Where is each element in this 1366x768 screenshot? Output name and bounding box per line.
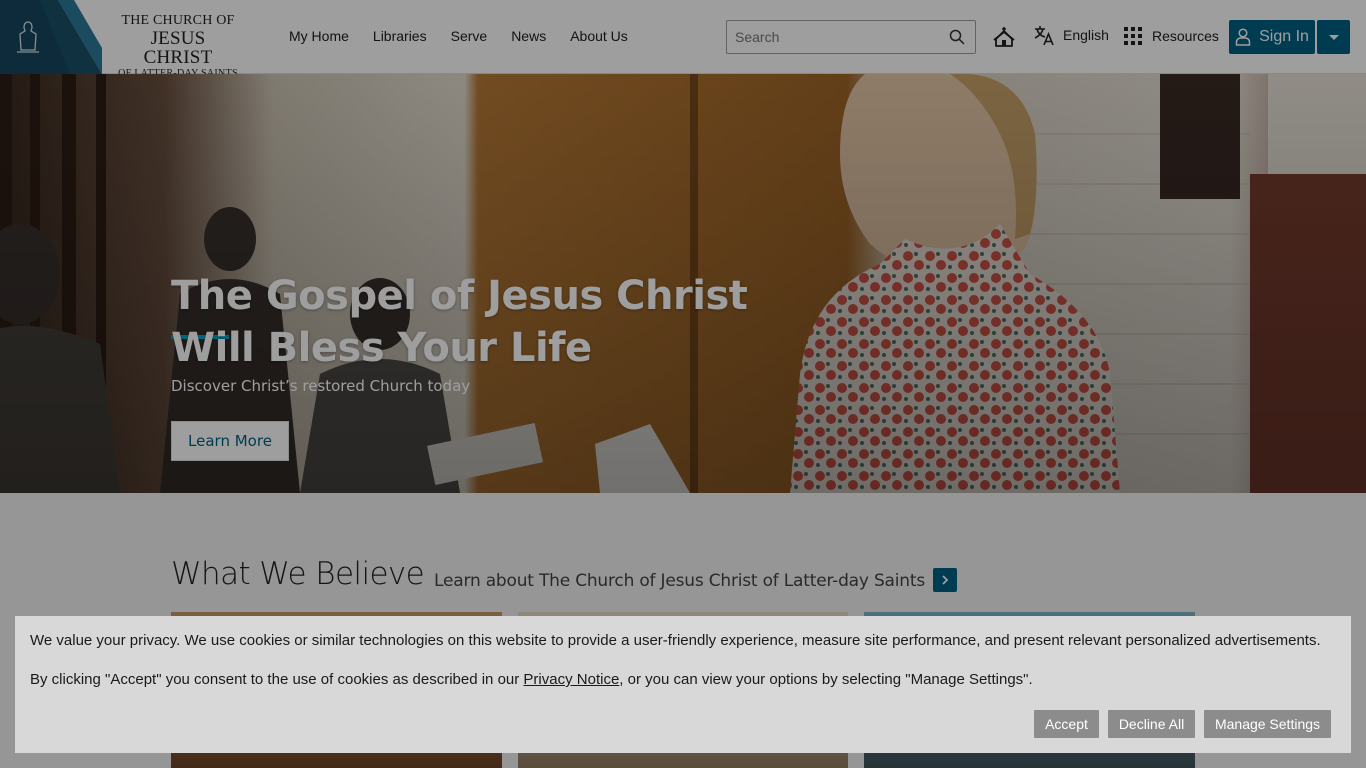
manage-settings-button[interactable]: Manage Settings — [1204, 710, 1331, 738]
nav-about-us[interactable]: About Us — [570, 28, 628, 44]
resources-label: Resources — [1152, 28, 1219, 44]
nav-libraries[interactable]: Libraries — [373, 28, 427, 44]
caret-down-icon — [1328, 34, 1339, 40]
cookie-consent-banner: We value your privacy. We use cookies or… — [15, 616, 1351, 753]
user-icon — [1235, 28, 1251, 46]
search-box — [726, 20, 976, 54]
learn-more-button[interactable]: Learn More — [171, 421, 289, 461]
church-logo-badge[interactable] — [0, 0, 102, 74]
cookie-text-2-pre: By clicking "Accept" you consent to the … — [30, 671, 524, 688]
accept-cookies-button[interactable]: Accept — [1034, 710, 1099, 738]
search-icon[interactable] — [949, 29, 965, 45]
logo-line-2: JESUS CHRIST — [143, 28, 213, 68]
apps-grid-icon — [1124, 27, 1142, 45]
sign-in-label: Sign In — [1259, 28, 1309, 45]
christus-statue-icon — [0, 0, 102, 74]
hero-title: The Gospel of Jesus Christ Will Bless Yo… — [171, 273, 748, 371]
resources-menu[interactable]: Resources — [1124, 27, 1219, 45]
sign-in-button[interactable]: Sign In — [1229, 20, 1315, 54]
chevron-right-icon — [942, 575, 949, 585]
language-label: English — [1063, 27, 1109, 43]
main-nav: My Home Libraries Serve News About Us — [289, 28, 628, 44]
translate-icon — [1034, 26, 1054, 46]
cookie-text-2-post: , or you can view your options by select… — [619, 671, 1033, 688]
what-we-believe-heading: What We Believe — [171, 556, 425, 592]
what-we-believe-link[interactable]: Learn about The Church of Jesus Christ o… — [434, 571, 925, 591]
cookie-text-1: We value your privacy. We use cookies or… — [30, 632, 1321, 649]
language-selector[interactable]: English — [1033, 24, 1109, 46]
privacy-notice-link[interactable]: Privacy Notice — [523, 671, 619, 688]
nav-news[interactable]: News — [511, 28, 546, 44]
hero-subtitle: Discover Christ’s restored Church today — [171, 377, 471, 395]
what-we-believe-arrow-button[interactable] — [933, 568, 957, 592]
meetinghouse-icon[interactable] — [992, 25, 1016, 49]
nav-my-home[interactable]: My Home — [289, 28, 349, 44]
cookie-text-2: By clicking "Accept" you consent to the … — [30, 671, 1033, 688]
site-header: THE CHURCH OF JESUS CHRIST OF LATTER-DAY… — [0, 0, 1366, 79]
logo-line-1: THE CHURCH OF — [121, 13, 235, 28]
sign-in-dropdown-button[interactable] — [1317, 20, 1350, 54]
nav-serve[interactable]: Serve — [451, 28, 488, 44]
decline-all-button[interactable]: Decline All — [1108, 710, 1195, 738]
church-logo-text[interactable]: THE CHURCH OF JESUS CHRIST OF LATTER-DAY… — [117, 14, 239, 79]
search-input[interactable] — [735, 29, 935, 45]
